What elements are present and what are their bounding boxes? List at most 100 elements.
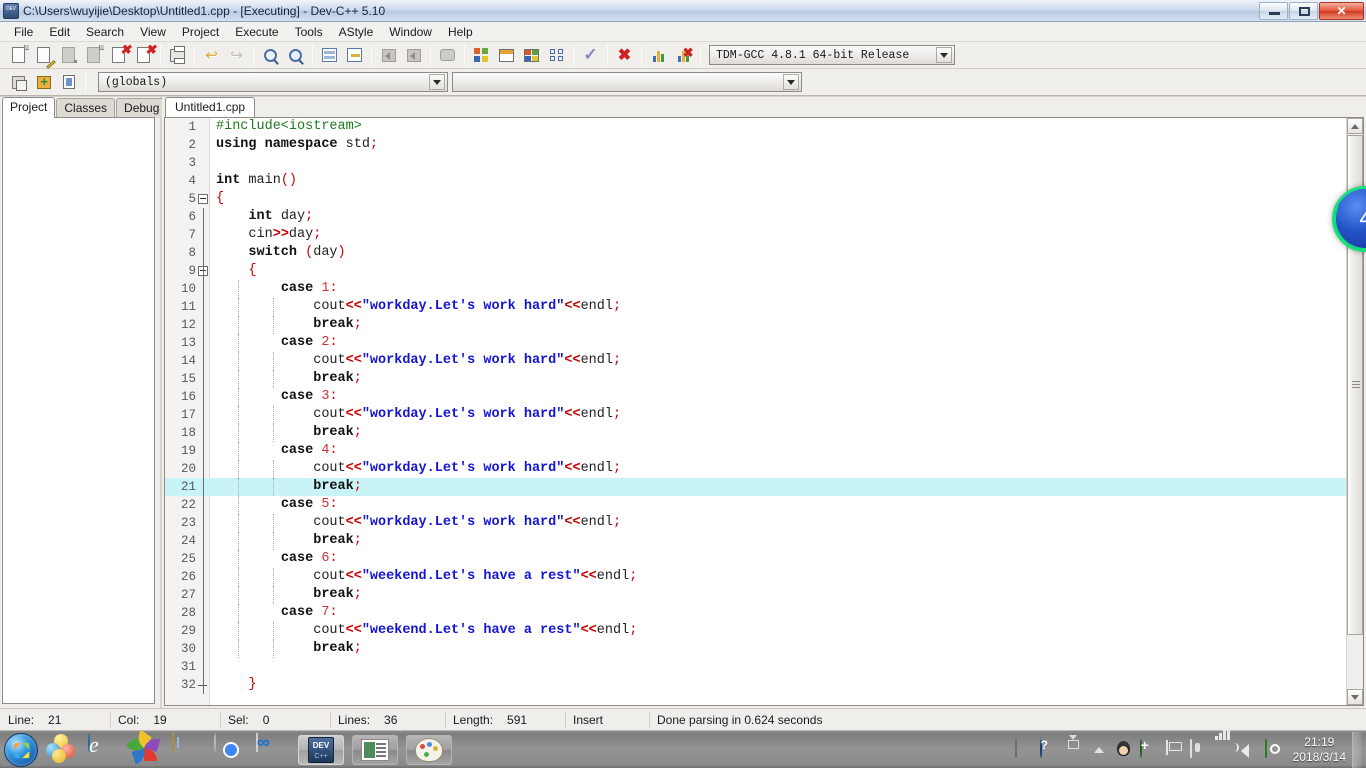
menu-astyle[interactable]: AStyle bbox=[331, 23, 382, 41]
code-line[interactable]: 23 cout<<"workday.Let's work hard"<<endl… bbox=[165, 514, 1346, 532]
code-line[interactable]: 18 break; bbox=[165, 424, 1346, 442]
code-line[interactable]: 27 break; bbox=[165, 586, 1346, 604]
menu-project[interactable]: Project bbox=[174, 23, 227, 41]
taskbar-icon-balls[interactable] bbox=[46, 733, 80, 766]
menu-file[interactable]: File bbox=[6, 23, 41, 41]
code-line[interactable]: 4 int main() bbox=[165, 172, 1346, 190]
fold-toggle-icon[interactable] bbox=[198, 194, 208, 204]
tab-untitled1-cpp[interactable]: Untitled1.cpp bbox=[165, 97, 256, 118]
redo-button[interactable]: ↪ bbox=[225, 44, 248, 66]
print-button[interactable] bbox=[166, 44, 189, 66]
code-line[interactable]: 20 cout<<"workday.Let's work hard"<<endl… bbox=[165, 460, 1346, 478]
members-select[interactable] bbox=[452, 72, 802, 92]
forward-button[interactable] bbox=[402, 44, 425, 66]
compile-and-run-button[interactable] bbox=[520, 44, 543, 66]
code-line[interactable]: 14 cout<<"workday.Let's work hard"<<endl… bbox=[165, 352, 1346, 370]
compiler-select[interactable]: TDM-GCC 4.8.1 64-bit Release bbox=[709, 45, 955, 65]
debug-button[interactable]: ✓ bbox=[579, 44, 602, 66]
delete-profile-button[interactable]: ✖ bbox=[672, 44, 695, 66]
back-button[interactable] bbox=[377, 44, 400, 66]
code-line[interactable]: 31 bbox=[165, 658, 1346, 676]
code-line[interactable]: 1 #include<iostream> bbox=[165, 118, 1346, 136]
code-line[interactable]: 25 case 6: bbox=[165, 550, 1346, 568]
project-tree[interactable] bbox=[2, 117, 155, 704]
code-line[interactable]: 6 int day; bbox=[165, 208, 1346, 226]
taskbar-window-paint[interactable] bbox=[406, 734, 452, 765]
save-file-button[interactable] bbox=[57, 44, 80, 66]
scroll-up-button[interactable] bbox=[1347, 118, 1363, 134]
taskbar-window-dev-cpp[interactable] bbox=[298, 734, 344, 765]
tray-flag-icon[interactable] bbox=[1165, 740, 1184, 759]
code-line[interactable]: 13 case 2: bbox=[165, 334, 1346, 352]
code-line[interactable]: 8 switch (day) bbox=[165, 244, 1346, 262]
restore-button[interactable] bbox=[1289, 1, 1318, 20]
code-line[interactable]: 29 cout<<"weekend.Let's have a rest"<<en… bbox=[165, 622, 1346, 640]
close-file-button[interactable]: ✖ bbox=[107, 43, 131, 66]
code-editor[interactable]: 1 #include<iostream> 2 using namespace std;… bbox=[164, 117, 1364, 706]
code-line[interactable]: 2 using namespace std; bbox=[165, 136, 1346, 154]
rebuild-all-button[interactable] bbox=[545, 44, 568, 66]
tab-debug[interactable]: Debug bbox=[116, 98, 168, 118]
add-to-project-button[interactable] bbox=[32, 71, 55, 93]
code-line[interactable]: 32 } bbox=[165, 676, 1346, 694]
tray-qq-icon[interactable] bbox=[1115, 740, 1134, 759]
compile-button[interactable] bbox=[470, 44, 493, 66]
menu-edit[interactable]: Edit bbox=[41, 23, 78, 41]
menu-execute[interactable]: Execute bbox=[227, 23, 286, 41]
find-button[interactable] bbox=[259, 44, 282, 66]
code-line[interactable]: 5{ bbox=[165, 190, 1346, 208]
undo-button[interactable]: ↩ bbox=[200, 44, 223, 66]
code-line[interactable]: 15 break; bbox=[165, 370, 1346, 388]
tray-stack-icon[interactable] bbox=[1065, 740, 1084, 759]
code-line[interactable]: 28 case 7: bbox=[165, 604, 1346, 622]
code-line[interactable]: 12 break; bbox=[165, 316, 1346, 334]
menu-tools[interactable]: Tools bbox=[287, 23, 331, 41]
taskbar-icon-cloud-app[interactable] bbox=[256, 732, 290, 766]
taskbar-window-document[interactable] bbox=[352, 734, 398, 765]
insert-snippet-button[interactable] bbox=[7, 71, 30, 93]
show-desktop-button[interactable] bbox=[1352, 731, 1362, 768]
start-button[interactable] bbox=[4, 732, 38, 767]
tray-keyboard-icon[interactable] bbox=[1014, 739, 1034, 759]
save-all-button[interactable] bbox=[82, 44, 105, 66]
code-line[interactable]: 24 break; bbox=[165, 532, 1346, 550]
code-line[interactable]: 7 cin>>day; bbox=[165, 226, 1346, 244]
menu-help[interactable]: Help bbox=[440, 23, 481, 41]
code-line[interactable]: 11 cout<<"workday.Let's work hard"<<endl… bbox=[165, 298, 1346, 316]
goto-line-button[interactable] bbox=[318, 44, 341, 66]
menu-search[interactable]: Search bbox=[78, 23, 132, 41]
toggle-panel-button[interactable] bbox=[57, 71, 80, 93]
taskbar-icon-pinwheel[interactable] bbox=[125, 729, 164, 766]
scroll-down-button[interactable] bbox=[1347, 689, 1363, 705]
tray-help-icon[interactable] bbox=[1039, 739, 1059, 759]
code-line[interactable]: 16 case 3: bbox=[165, 388, 1346, 406]
code-line[interactable]: 3 bbox=[165, 154, 1346, 172]
tray-hand-icon[interactable] bbox=[1189, 739, 1209, 759]
close-all-button[interactable]: ✖ bbox=[132, 43, 156, 66]
code-line[interactable]: 9 { bbox=[165, 262, 1346, 280]
tray-show-hidden-icon[interactable] bbox=[1090, 740, 1109, 759]
code-line[interactable]: 19 case 4: bbox=[165, 442, 1346, 460]
stop-execution-button[interactable]: ✖ bbox=[613, 44, 636, 66]
open-file-button[interactable] bbox=[32, 44, 56, 69]
goto-function-button[interactable] bbox=[343, 44, 366, 66]
code-line[interactable]: 22 case 5: bbox=[165, 496, 1346, 514]
code-line[interactable]: 26 cout<<"weekend.Let's have a rest"<<en… bbox=[165, 568, 1346, 586]
replace-button[interactable] bbox=[284, 44, 307, 66]
minimize-button[interactable] bbox=[1259, 1, 1288, 20]
tab-project[interactable]: Project bbox=[2, 97, 56, 118]
menu-view[interactable]: View bbox=[132, 23, 174, 41]
clock[interactable]: 21:19 2018/3/14 bbox=[1293, 735, 1346, 765]
taskbar-icon-internet-explorer[interactable] bbox=[88, 732, 122, 766]
run-button[interactable] bbox=[495, 44, 518, 66]
code-text[interactable]: 1 #include<iostream> 2 using namespace std;… bbox=[165, 118, 1346, 705]
code-line[interactable]: 10 case 1: bbox=[165, 280, 1346, 298]
profile-analysis-button[interactable] bbox=[647, 44, 670, 66]
tray-360-icon[interactable] bbox=[1139, 739, 1159, 759]
tray-volume-icon[interactable] bbox=[1240, 740, 1259, 759]
taskbar-icon-folder[interactable] bbox=[172, 732, 206, 766]
tray-shield-icon[interactable] bbox=[1264, 739, 1284, 759]
new-file-button[interactable] bbox=[7, 44, 30, 66]
taskbar-icon-chrome[interactable] bbox=[214, 732, 248, 766]
close-button[interactable]: ✕ bbox=[1319, 1, 1364, 20]
